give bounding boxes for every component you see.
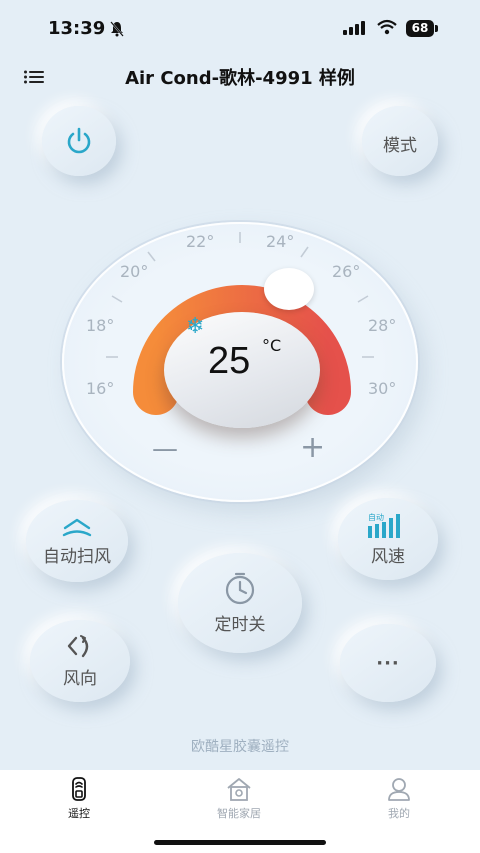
tick-label: 20° (120, 262, 148, 281)
tab-smart-home[interactable]: 智能家居 (194, 776, 284, 821)
dial-handle[interactable] (264, 268, 314, 310)
brand-text: 欧酷星胶囊遥控 (191, 739, 289, 755)
home-indicator (154, 840, 326, 845)
tab-smart-home-label: 智能家居 (217, 807, 261, 820)
power-icon (67, 127, 91, 154)
remote-icon (72, 777, 86, 801)
sweep-icon (62, 518, 92, 536)
more-button[interactable]: ··· (340, 624, 436, 702)
snowflake-icon: ❄ (186, 314, 205, 339)
menu-icon[interactable] (24, 70, 44, 84)
tick-label: 26° (332, 262, 360, 281)
fan-speed-button[interactable]: 自动 风速 (338, 498, 438, 580)
tick-label: 18° (86, 316, 114, 335)
wind-direction-icon (67, 634, 89, 657)
timer-off-label: 定时关 (214, 614, 266, 635)
increase-temp-button[interactable]: + (300, 430, 325, 465)
tick-label: 24° (266, 232, 294, 251)
wind-direction-label: 风向 (63, 668, 97, 689)
temperature-dial[interactable]: 16° 18° 20° 22° 24° 26° 28° 30° ❄ 25 °C — + (52, 214, 428, 514)
timer-off-button[interactable]: 定时关 (178, 553, 302, 653)
wind-direction-button[interactable]: 风向 (30, 620, 130, 702)
temperature-unit: °C (262, 336, 282, 355)
tick-label: 28° (368, 316, 396, 335)
decrease-temp-button[interactable]: — (152, 434, 178, 464)
home-icon (227, 778, 251, 801)
fan-speed-icon: 自动 (368, 512, 400, 538)
tab-remote[interactable]: 遥控 (34, 776, 124, 821)
fan-speed-label: 风速 (371, 546, 405, 567)
page-title: Air Cond-歌林-4991 样例 (125, 68, 355, 89)
tick-label: 16° (86, 379, 114, 398)
auto-sweep-label: 自动扫风 (43, 546, 111, 567)
more-icon: ··· (376, 652, 400, 674)
status-time: 13:39 (48, 18, 106, 39)
mode-label: 模式 (383, 135, 417, 156)
header: Air Cond-歌林-4991 样例 (0, 58, 480, 94)
mode-button[interactable]: 模式 (362, 106, 438, 176)
power-button[interactable] (42, 106, 116, 176)
battery-indicator: 68 (406, 20, 434, 37)
tab-remote-label: 遥控 (68, 807, 90, 820)
temperature-value: 25 (208, 340, 251, 382)
clock-icon (225, 572, 255, 604)
tab-me[interactable]: 我的 (354, 776, 444, 821)
tab-me-label: 我的 (388, 807, 410, 820)
status-bar: 13:39 68 (0, 0, 480, 58)
battery-tip (435, 25, 438, 32)
tick-label: 30° (368, 379, 396, 398)
tick-label: 22° (186, 232, 214, 251)
bell-muted-icon (110, 21, 124, 37)
auto-sweep-button[interactable]: 自动扫风 (26, 500, 128, 582)
cellular-signal-icon (343, 21, 365, 35)
speed-badge: 自动 (368, 512, 384, 522)
wifi-icon (377, 19, 397, 35)
user-icon (388, 778, 410, 801)
